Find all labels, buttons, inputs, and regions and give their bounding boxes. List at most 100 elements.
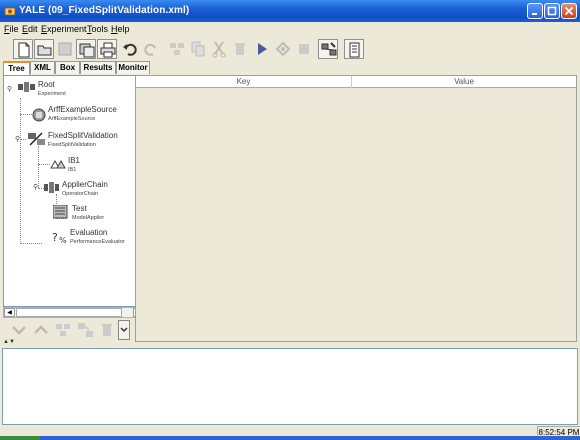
print-icon xyxy=(100,42,116,58)
tab-xml[interactable]: XML xyxy=(30,61,55,74)
move-up-icon xyxy=(34,325,48,334)
wizard-icon xyxy=(349,42,360,58)
cut-button[interactable] xyxy=(209,39,229,59)
stop-button[interactable] xyxy=(294,39,314,59)
node-subtitle: PerformanceEvaluator xyxy=(70,239,125,245)
menu-tools[interactable]: Tools xyxy=(87,24,108,34)
validate-icon xyxy=(321,42,337,56)
tab-results[interactable]: Results xyxy=(80,61,116,74)
menu-experiment[interactable]: Experiment xyxy=(41,24,87,34)
tree-line xyxy=(20,139,26,140)
copy-icon xyxy=(191,41,205,57)
delete-icon xyxy=(235,43,245,55)
evaluation-icon: ?% xyxy=(52,231,67,244)
maximize-icon xyxy=(547,6,557,16)
column-header-key[interactable]: Key xyxy=(136,76,352,88)
arrow-left-icon: ◀ xyxy=(7,310,12,316)
menu-edit[interactable]: Edit xyxy=(22,24,38,34)
copy-button[interactable] xyxy=(188,39,208,59)
expand-handle[interactable]: ⚲ xyxy=(15,135,20,143)
expand-handle[interactable]: ⚲ xyxy=(7,85,12,93)
menu-bar: File Edit Experiment Tools Help xyxy=(0,22,580,37)
remove-operator-button[interactable] xyxy=(97,320,117,340)
learner-icon xyxy=(50,159,66,169)
ungroup-operator-button[interactable] xyxy=(75,320,95,340)
maximize-button[interactable] xyxy=(544,3,560,19)
tree-horizontal-scrollbar[interactable]: ◀ ▶ xyxy=(3,307,145,318)
new-file-icon xyxy=(18,42,30,58)
print-button[interactable] xyxy=(97,39,117,59)
move-down-icon xyxy=(12,326,26,335)
validation-icon xyxy=(28,132,45,146)
group-operator-icon xyxy=(56,324,70,336)
wizard-button[interactable] xyxy=(344,39,364,59)
app-icon xyxy=(4,7,16,16)
open-button[interactable] xyxy=(34,39,54,59)
tree-line xyxy=(20,98,21,244)
redo-icon xyxy=(144,43,156,56)
node-title: Test xyxy=(72,204,87,213)
pause-button[interactable] xyxy=(273,39,293,59)
close-icon xyxy=(564,6,574,16)
stop-icon xyxy=(299,44,309,54)
delete-button[interactable] xyxy=(230,39,250,59)
run-button[interactable] xyxy=(252,39,272,59)
app-window: YALE (09_FixedSplitValidation.xml) File … xyxy=(0,0,580,440)
table-header: Key Value xyxy=(136,76,576,88)
node-subtitle: FixedSplitValidation xyxy=(48,142,96,148)
svg-text:%: % xyxy=(59,236,67,244)
new-button[interactable] xyxy=(13,39,33,59)
main-toolbar xyxy=(0,37,580,61)
expand-handle[interactable]: ⚲ xyxy=(33,183,38,191)
tree-line xyxy=(38,164,50,165)
redo-button[interactable] xyxy=(141,39,161,59)
menu-help[interactable]: Help xyxy=(111,24,130,34)
save-as-icon xyxy=(79,43,95,58)
operator-button[interactable] xyxy=(167,39,187,59)
trash-icon xyxy=(102,324,112,336)
node-title: ArffExampleSource xyxy=(48,105,117,114)
experiment-icon xyxy=(18,82,35,92)
window-title: YALE (09_FixedSplitValidation.xml) xyxy=(19,5,190,16)
node-title: FixedSplitValidation xyxy=(48,131,118,140)
node-title: Root xyxy=(38,80,55,89)
node-subtitle: ArffExampleSource xyxy=(48,116,96,122)
splitter-arrows-icon[interactable]: ▲▼ xyxy=(3,339,15,345)
group-operator-button[interactable] xyxy=(53,320,73,340)
save-button[interactable] xyxy=(55,39,75,59)
minimize-button[interactable] xyxy=(527,3,543,19)
minimize-icon xyxy=(532,13,537,15)
operator-tree[interactable]: ⚲ ⚲ ⚲ Root Experiment ArffExampleSource … xyxy=(3,75,145,307)
move-up-button[interactable] xyxy=(31,320,51,340)
operator-menu-button[interactable] xyxy=(118,320,130,340)
run-icon xyxy=(258,43,267,55)
pause-icon xyxy=(275,41,291,57)
tab-tree[interactable]: Tree xyxy=(3,61,30,75)
disabled-operator-icon xyxy=(170,43,184,55)
parameter-table[interactable]: Key Value xyxy=(135,75,577,342)
log-panel[interactable] xyxy=(2,348,578,425)
close-button[interactable] xyxy=(561,3,577,19)
move-down-button[interactable] xyxy=(9,320,29,340)
validate-button[interactable] xyxy=(318,39,338,59)
tree-line xyxy=(20,114,32,115)
scroll-thumb[interactable] xyxy=(16,308,122,317)
tab-box[interactable]: Box xyxy=(55,61,80,74)
model-applier-icon xyxy=(53,205,68,219)
scroll-left-button[interactable]: ◀ xyxy=(4,308,15,317)
menu-file[interactable]: File xyxy=(4,24,19,34)
cut-icon xyxy=(212,41,226,58)
node-subtitle: IB1 xyxy=(68,167,77,173)
open-folder-icon xyxy=(37,45,52,56)
save-as-button[interactable] xyxy=(76,39,96,59)
title-bar[interactable]: YALE (09_FixedSplitValidation.xml) xyxy=(0,0,580,22)
operator-toolbar xyxy=(3,318,145,342)
column-header-value[interactable]: Value xyxy=(352,76,576,88)
save-icon xyxy=(58,42,72,56)
node-subtitle: Experiment xyxy=(38,91,66,97)
node-title: IB1 xyxy=(68,156,81,165)
svg-text:?: ? xyxy=(52,231,58,244)
undo-icon xyxy=(123,43,137,56)
tab-monitor[interactable]: Monitor xyxy=(116,61,150,74)
undo-button[interactable] xyxy=(120,39,140,59)
